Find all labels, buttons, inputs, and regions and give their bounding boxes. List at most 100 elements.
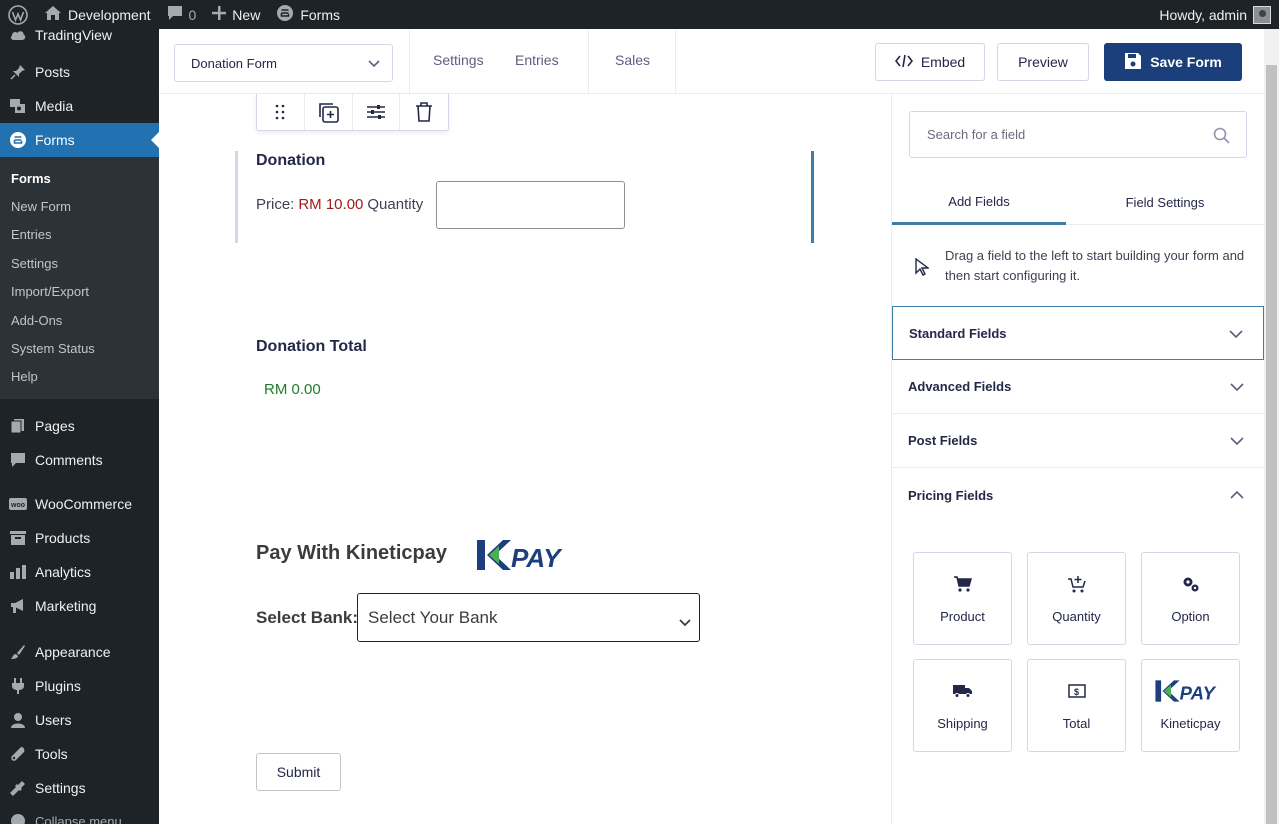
accordion-label: Post Fields (908, 433, 978, 448)
gears-icon (1182, 573, 1200, 595)
toolbar-divider (588, 29, 589, 93)
page-scrollbar[interactable] (1264, 29, 1279, 824)
submenu-import-export[interactable]: Import/Export (0, 278, 159, 306)
embed-label: Embed (920, 54, 966, 70)
admin-bar: Development 0 New Forms Howdy, admin (0, 0, 1279, 29)
wordpress-logo-icon[interactable] (0, 0, 36, 29)
scrollbar-thumb[interactable] (1266, 65, 1277, 824)
comment-bubble-icon (167, 5, 183, 24)
form-switcher-select[interactable]: Donation Form (174, 44, 393, 82)
sales-link[interactable]: Sales (615, 52, 650, 68)
donation-total-label: Donation Total (256, 338, 367, 355)
accordion-standard-fields[interactable]: Standard Fields (892, 306, 1264, 360)
sidebar-item-media[interactable]: Media (0, 89, 159, 123)
submit-button[interactable]: Submit (256, 753, 341, 791)
duplicate-icon[interactable] (305, 94, 353, 130)
accordion-label: Standard Fields (909, 325, 1007, 341)
trash-icon[interactable] (400, 94, 448, 130)
plugins-icon (9, 677, 27, 695)
sidebar-item-settings[interactable]: Settings (0, 771, 159, 805)
collapse-menu-button[interactable]: Collapse menu (0, 811, 159, 824)
sliders-icon[interactable] (353, 94, 401, 130)
preview-label: Preview (1018, 54, 1068, 70)
svg-text:PAY: PAY (1179, 683, 1216, 704)
site-name-label: Development (68, 6, 151, 23)
accordion-pricing-fields[interactable]: Pricing Fields (892, 468, 1264, 522)
chevron-down-icon (1230, 380, 1244, 395)
drag-handle-icon[interactable] (257, 94, 305, 130)
cloud-icon (9, 29, 27, 44)
submenu-help[interactable]: Help (0, 363, 159, 391)
save-label: Save Form (1150, 54, 1222, 70)
settings-icon (9, 779, 27, 797)
save-form-button[interactable]: Save Form (1104, 43, 1242, 81)
new-content-link[interactable]: New (204, 0, 268, 29)
add-product-field-button[interactable]: Product (913, 552, 1012, 645)
sidebar-item-comments[interactable]: Comments (0, 443, 159, 477)
sidebar-item-products[interactable]: Products (0, 521, 159, 555)
sidebar-item-pages[interactable]: Pages (0, 409, 159, 443)
panel-tabs: Add Fields Field Settings (892, 180, 1264, 225)
drag-hint: Drag a field to the left to start buildi… (915, 246, 1245, 286)
my-account[interactable]: Howdy, admin (1151, 0, 1279, 29)
accordion-label: Advanced Fields (908, 379, 1012, 394)
add-total-field-button[interactable]: $ Total (1027, 659, 1126, 752)
field-selection-bar (811, 151, 814, 243)
dollar-bill-icon: $ (1067, 680, 1086, 702)
quantity-input[interactable] (436, 181, 625, 229)
code-icon (894, 54, 913, 71)
svg-text:$: $ (1074, 687, 1079, 697)
sidebar-item-users[interactable]: Users (0, 703, 159, 737)
sidebar-item-tools[interactable]: Tools (0, 737, 159, 771)
sidebar-item-label: Settings (35, 780, 86, 797)
sidebar-item-plugins[interactable]: Plugins (0, 669, 159, 703)
field-search-input[interactable]: Search for a field (909, 111, 1247, 158)
field-sidebar-panel: Search for a field Add Fields Field Sett… (891, 94, 1264, 824)
analytics-icon (9, 563, 27, 581)
bank-select[interactable]: Select Your Bank (357, 593, 700, 642)
sidebar-item-tradingview[interactable]: TradingView (0, 29, 159, 45)
chevron-down-icon (1229, 327, 1243, 342)
tab-add-fields[interactable]: Add Fields (892, 180, 1066, 225)
preview-button[interactable]: Preview (997, 43, 1089, 81)
sidebar-item-label: Media (35, 98, 74, 114)
donation-price-line: Price: RM 10.00 Quantity (256, 196, 423, 213)
submenu-entries[interactable]: Entries (0, 221, 159, 249)
sidebar-item-analytics[interactable]: Analytics (0, 555, 159, 589)
entries-link[interactable]: Entries (515, 52, 559, 68)
submenu-new-form[interactable]: New Form (0, 192, 159, 220)
forms-submenu: Forms New Form Entries Settings Import/E… (0, 157, 159, 400)
accordion-post-fields[interactable]: Post Fields (892, 414, 1264, 468)
add-kineticpay-field-button[interactable]: PAY Kineticpay (1141, 659, 1240, 752)
settings-link[interactable]: Settings (433, 52, 484, 68)
tab-field-settings[interactable]: Field Settings (1066, 180, 1264, 225)
sidebar-item-forms[interactable]: Forms (0, 123, 159, 157)
woo-icon: woo (9, 495, 27, 513)
sidebar-item-posts[interactable]: Posts (0, 55, 159, 89)
sidebar-item-marketing[interactable]: Marketing (0, 589, 159, 623)
accordion-advanced-fields[interactable]: Advanced Fields (892, 360, 1264, 414)
add-quantity-field-button[interactable]: Quantity (1027, 552, 1126, 645)
submenu-settings[interactable]: Settings (0, 249, 159, 277)
sidebar-item-woocommerce[interactable]: woo WooCommerce (0, 487, 159, 521)
price-value: RM 10.00 (298, 196, 364, 213)
comments-link[interactable]: 0 (159, 0, 205, 29)
add-option-field-button[interactable]: Option (1141, 552, 1240, 645)
chevron-down-icon (1230, 434, 1244, 449)
appearance-icon (9, 643, 27, 661)
cart-plus-icon (1067, 573, 1086, 595)
field-selection-bar (235, 151, 238, 243)
submenu-system-status[interactable]: System Status (0, 334, 159, 362)
sidebar-item-appearance[interactable]: Appearance (0, 635, 159, 669)
add-shipping-field-button[interactable]: Shipping (913, 659, 1012, 752)
site-name-link[interactable]: Development (36, 0, 159, 29)
submenu-forms[interactable]: Forms (0, 164, 159, 192)
forms-link[interactable]: Forms (268, 0, 348, 29)
sidebar-item-label: Posts (35, 64, 71, 80)
tools-icon (9, 745, 27, 763)
submenu-add-ons[interactable]: Add-Ons (0, 306, 159, 334)
comments-count: 0 (188, 6, 197, 23)
chevron-down-icon (368, 57, 380, 72)
embed-button[interactable]: Embed (875, 43, 985, 81)
search-icon (1213, 127, 1230, 147)
